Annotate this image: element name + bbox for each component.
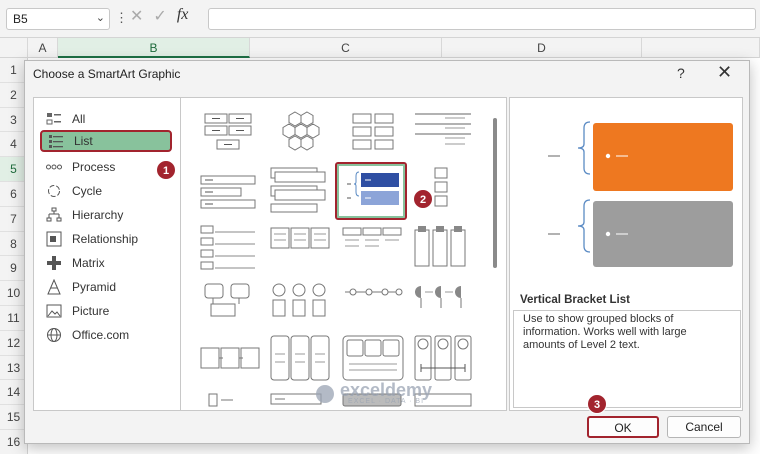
layout-thumbnail[interactable] [269,280,333,328]
layout-thumbnail[interactable] [411,110,475,158]
category-cycle[interactable]: Cycle [40,180,172,202]
exceldemy-logo-icon [316,384,334,403]
layout-thumbnail[interactable] [411,224,475,272]
preview-diagram [510,98,744,288]
category-label: All [72,112,86,126]
watermark-name: exceldemy [340,380,433,400]
watermark-tagline: EXCEL · DATA · BI [348,398,425,405]
layout-thumbnail[interactable] [269,110,333,158]
gallery-scrollbar[interactable] [493,118,497,268]
hierarchy-icon [46,207,62,223]
category-list-item[interactable]: List [40,130,172,152]
layout-thumbnail[interactable] [269,166,333,214]
cancel-icon[interactable]: ✕ [130,6,143,26]
layout-thumbnail[interactable] [199,166,263,214]
column-header-d[interactable]: D [442,38,642,58]
pyramid-icon [46,279,62,295]
category-label: Process [72,160,116,174]
name-box-value: B5 [13,12,28,26]
layout-gallery [181,97,507,411]
cycle-icon [46,183,62,199]
category-label: Relationship [72,232,139,246]
layout-thumbnail[interactable] [199,392,263,410]
category-hierarchy[interactable]: Hierarchy [40,204,172,226]
step-badge-2: 2 [413,189,433,209]
step-badge-1: 1 [156,160,176,180]
layout-description: Use to show grouped blocks of informatio… [513,310,741,408]
category-label: Pyramid [72,280,117,294]
relationship-icon [46,231,62,247]
insert-function-icon[interactable]: fx [177,6,189,26]
category-picture[interactable]: Picture [40,300,172,322]
column-header-a[interactable]: A [28,38,58,58]
more-options-icon[interactable]: ⋮ [115,10,128,26]
watermark: exceldemy EXCEL · DATA · BI [316,380,433,405]
layout-title: Vertical Bracket List [520,294,630,306]
process-icon [46,159,62,175]
category-label: Picture [72,304,110,318]
layout-thumbnail[interactable] [269,334,333,382]
category-label: Cycle [72,184,103,198]
layout-thumbnail[interactable] [199,224,263,272]
check-icon[interactable]: ✓ [153,6,166,26]
category-matrix[interactable]: Matrix [40,252,172,274]
dialog-title: Choose a SmartArt Graphic [33,67,181,81]
column-header-c[interactable]: C [250,38,442,58]
category-relationship[interactable]: Relationship [40,228,172,250]
category-pyramid[interactable]: Pyramid [40,276,172,298]
layout-thumbnail[interactable] [411,334,475,382]
chevron-down-icon[interactable]: ⌄ [96,11,105,24]
ok-button[interactable]: OK [587,416,659,438]
layout-thumbnail[interactable] [199,110,263,158]
layout-thumbnail[interactable] [341,280,405,328]
layout-thumbnail[interactable] [427,166,457,214]
layout-thumbnail[interactable] [269,224,333,272]
category-label: Office.com [72,328,130,342]
layout-thumbnail[interactable] [411,280,475,328]
column-header-b[interactable]: B [58,38,250,58]
category-label: List [74,134,93,148]
formula-bar: B5 ⌄ ⋮ ✕ ✓ fx [0,0,760,38]
layout-thumbnail[interactable] [341,334,405,382]
category-list: All List Process Cycle Hierarchy Relatio… [33,97,181,411]
layout-thumbnail[interactable] [341,224,405,272]
step-badge-3: 3 [587,394,607,414]
list-icon [48,133,64,149]
category-label: Matrix [72,256,105,270]
cancel-button[interactable]: Cancel [667,416,741,438]
formula-input[interactable] [208,8,756,30]
layout-thumbnail[interactable] [341,110,405,158]
matrix-icon [46,255,62,271]
preview-pane: Vertical Bracket List Use to show groupe… [509,97,743,411]
all-icon [46,111,62,127]
layout-thumbnail[interactable] [199,342,263,390]
layout-thumbnail-vertical-bracket-list[interactable] [335,162,407,220]
globe-icon [46,327,62,343]
category-process[interactable]: Process [40,156,172,178]
name-box[interactable]: B5 ⌄ [6,8,110,30]
layout-thumbnail[interactable] [199,280,263,328]
help-button[interactable]: ? [677,65,685,81]
category-label: Hierarchy [72,208,124,222]
picture-icon [46,303,62,319]
category-office-com[interactable]: Office.com [40,324,172,346]
select-all-corner[interactable] [0,38,28,58]
column-header-e[interactable] [642,38,760,58]
close-button[interactable]: ✕ [717,62,732,83]
category-all[interactable]: All [40,108,172,130]
